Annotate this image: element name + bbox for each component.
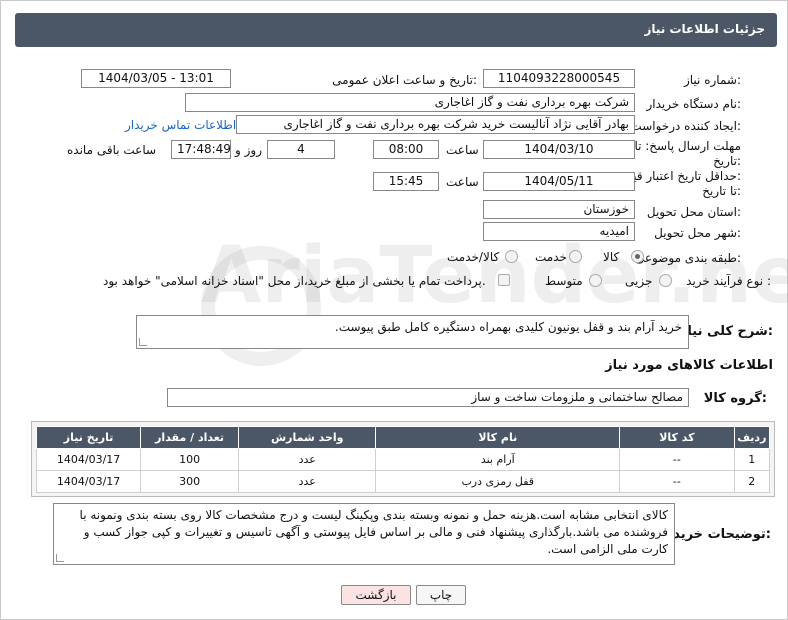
need-number-label: شماره نیاز: xyxy=(683,73,741,87)
need-number-field: 1104093228000545 xyxy=(483,69,635,88)
buyer-notes-textarea[interactable]: کالای انتخابی مشابه است.هزینه حمل و نمون… xyxy=(53,503,675,565)
page-header: جزئیات اطلاعات نیاز xyxy=(15,13,777,47)
province-label: استان محل تحویل: xyxy=(646,205,741,219)
goods-table: ردیف کد کالا نام کالا واحد شمارش تعداد /… xyxy=(35,426,771,493)
summary-textarea[interactable]: خرید آرام بند و قفل یونیون کلیدی بهمراه … xyxy=(136,315,689,349)
resize-handle-icon[interactable] xyxy=(56,554,64,562)
price-validity-label-line2: تا تاریخ: xyxy=(702,184,741,198)
buyer-org-label: نام دستگاه خریدار: xyxy=(646,97,742,111)
table-row[interactable]: 1 -- آرام بند عدد 100 1404/03/17 xyxy=(35,448,771,471)
purchase-type-option-minor: جزیی xyxy=(625,274,653,288)
cell-item-name: قفل رمزی درب xyxy=(375,470,621,493)
cell-unit: عدد xyxy=(238,470,377,493)
category-option-service: خدمت xyxy=(535,250,567,264)
buyer-notes-text: کالای انتخابی مشابه است.هزینه حمل و نمون… xyxy=(79,508,668,556)
cell-unit: عدد xyxy=(238,448,377,471)
buyer-notes-label: توضیحات خریدار: xyxy=(661,527,771,542)
cell-row-number: 2 xyxy=(733,470,771,493)
announce-datetime-field: 1404/03/05 - 13:01 xyxy=(81,69,231,88)
purchase-type-option-medium: متوسط xyxy=(545,274,583,288)
page-title: جزئیات اطلاعات نیاز xyxy=(644,22,765,36)
col-header-row-number: ردیف xyxy=(733,426,771,449)
cell-quantity: 300 xyxy=(140,470,240,493)
back-button[interactable]: بازگشت xyxy=(341,585,411,605)
cell-need-date: 1404/03/17 xyxy=(35,448,142,471)
cell-item-code: -- xyxy=(619,448,735,471)
price-validity-time-label: ساعت xyxy=(446,175,479,189)
requester-label: ایجاد کننده درخواست: xyxy=(630,119,741,133)
cell-quantity: 100 xyxy=(140,448,240,471)
announce-datetime-label: تاریخ و ساعت اعلان عمومی: xyxy=(332,73,477,87)
province-field: خوزستان xyxy=(483,200,635,219)
treasury-checkbox[interactable] xyxy=(498,274,510,286)
price-validity-time-field: 15:45 xyxy=(373,172,439,191)
deadline-remaining-field: 17:48:49 xyxy=(171,140,231,159)
purchase-type-label: نوع فرآیند خرید : xyxy=(686,274,771,288)
category-option-goods-service: کالا/خدمت xyxy=(447,250,500,264)
deadline-label-line1: مهلت ارسال پاسخ: تا xyxy=(634,139,741,153)
col-header-item-code: کد کالا xyxy=(619,426,735,449)
category-label: طبقه بندی موضوعی: xyxy=(634,251,741,265)
table-row[interactable]: 2 -- قفل رمزی درب عدد 300 1404/03/17 xyxy=(35,470,771,493)
cell-row-number: 1 xyxy=(733,448,771,471)
cell-item-code: -- xyxy=(619,470,735,493)
cell-need-date: 1404/03/17 xyxy=(35,470,142,493)
buyer-contact-link[interactable]: اطلاعات تماس خریدار xyxy=(125,118,236,132)
cell-item-name: آرام بند xyxy=(375,448,621,471)
deadline-remaining-label: ساعت باقی مانده xyxy=(67,143,157,157)
city-field: امیدیه xyxy=(483,222,635,241)
col-header-quantity: تعداد / مقدار xyxy=(140,426,240,449)
goods-group-field: مصالح ساختمانی و ملزومات ساخت و ساز xyxy=(167,388,689,407)
col-header-item-name: نام کالا xyxy=(375,426,621,449)
price-validity-date-field: 1404/05/11 xyxy=(483,172,635,191)
buyer-org-field: شرکت بهره برداری نفت و گاز اغاجاری xyxy=(185,93,635,112)
treasury-note: پرداخت تمام یا بخشی از مبلغ خرید،از محل … xyxy=(103,274,486,288)
deadline-time-field: 08:00 xyxy=(373,140,439,159)
category-radio-goods-service[interactable] xyxy=(505,250,518,263)
purchase-type-radio-minor[interactable] xyxy=(659,274,672,287)
summary-text: خرید آرام بند و قفل یونیون کلیدی بهمراه … xyxy=(334,320,682,334)
category-radio-service[interactable] xyxy=(569,250,582,263)
requester-field: بهادر آقایی نژاد آنالیست خرید شرکت بهره … xyxy=(236,115,635,134)
deadline-time-label: ساعت xyxy=(446,143,479,157)
page-frame: AriaTender.net جزئیات اطلاعات نیاز شماره… xyxy=(0,0,788,620)
deadline-days-field: 4 xyxy=(267,140,335,159)
goods-section-title: اطلاعات کالاهای مورد نیاز xyxy=(605,358,773,373)
print-button[interactable]: چاپ xyxy=(416,585,466,605)
deadline-date-field: 1404/03/10 xyxy=(483,140,635,159)
col-header-unit: واحد شمارش xyxy=(238,426,377,449)
deadline-label-line2: تاریخ: xyxy=(713,154,741,168)
resize-handle-icon[interactable] xyxy=(139,338,147,346)
goods-table-container: ردیف کد کالا نام کالا واحد شمارش تعداد /… xyxy=(31,421,775,497)
col-header-need-date: تاریخ نیاز xyxy=(35,426,142,449)
goods-group-label: گروه کالا: xyxy=(703,391,767,406)
category-option-goods: کالا xyxy=(603,250,620,264)
category-radio-goods[interactable] xyxy=(631,250,644,263)
table-header-row: ردیف کد کالا نام کالا واحد شمارش تعداد /… xyxy=(35,426,771,449)
summary-label: شرح کلی نیاز: xyxy=(679,324,773,339)
deadline-days-label: روز و xyxy=(235,143,262,157)
city-label: شهر محل تحویل: xyxy=(654,226,741,240)
purchase-type-radio-medium[interactable] xyxy=(589,274,602,287)
